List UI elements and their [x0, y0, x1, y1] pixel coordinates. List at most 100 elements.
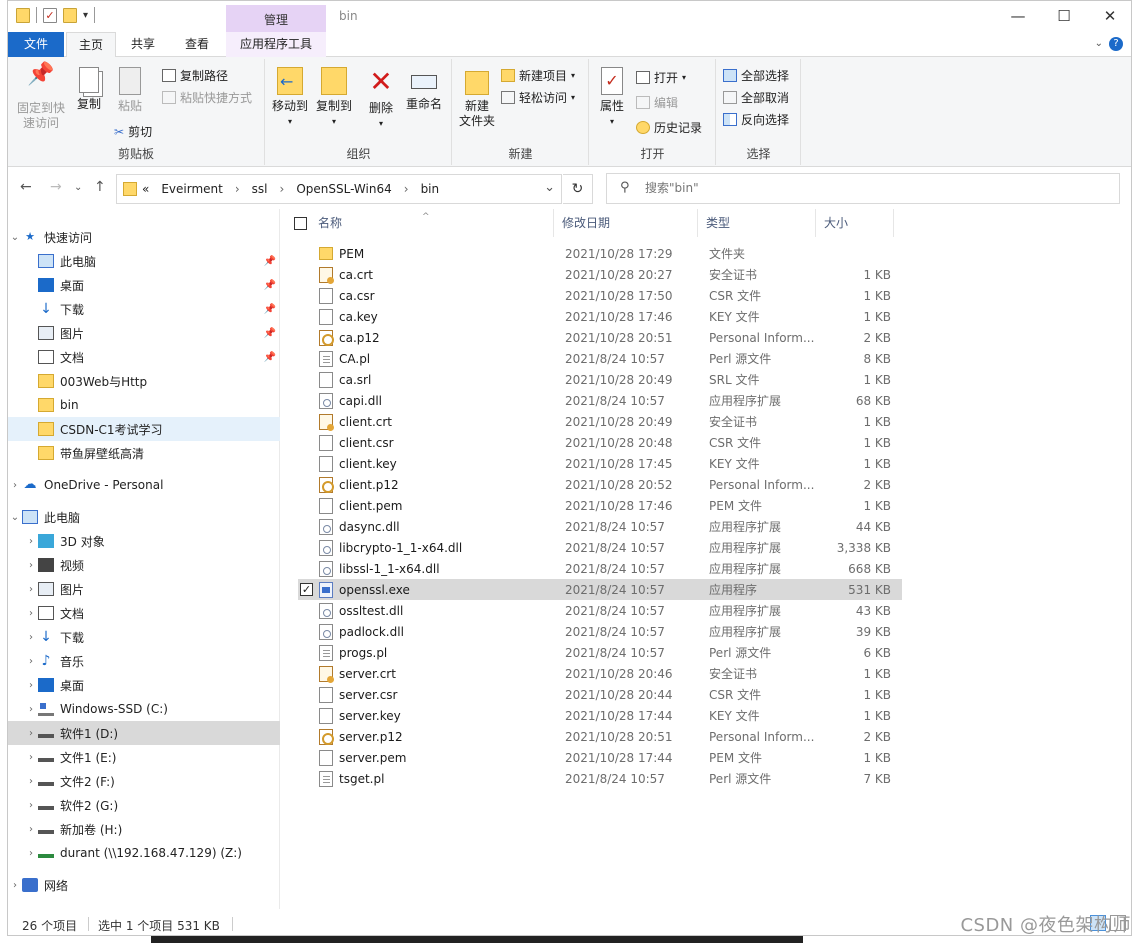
column-date[interactable]: 修改日期 [554, 209, 698, 237]
nav-pc-item[interactable]: › 3D 对象 [8, 529, 280, 553]
nav-quick-item[interactable]: 桌面 📌 [8, 273, 280, 297]
nav-network[interactable]: › 网络 [8, 873, 280, 897]
select-none-button[interactable]: 全部取消 [723, 89, 789, 106]
nav-pc-item[interactable]: › ♪ 音乐 [8, 649, 280, 673]
column-type[interactable]: 类型 [698, 209, 816, 237]
tab-file[interactable]: 文件 [8, 32, 64, 57]
forward-icon[interactable]: → [50, 179, 62, 195]
collapsed-chevron-icon[interactable]: › [8, 480, 22, 491]
minimize-button[interactable]: — [995, 1, 1041, 32]
breadcrumb-item[interactable]: ssl [252, 182, 268, 196]
expanded-chevron-icon[interactable]: ⌄ [8, 512, 22, 523]
tab-share[interactable]: 共享 [118, 32, 168, 57]
nav-quick-item[interactable]: bin [8, 393, 280, 417]
file-row[interactable]: libssl-1_1-x64.dll 2021/8/24 10:57 应用程序扩展 6… [298, 558, 902, 579]
select-all-checkbox[interactable] [294, 217, 307, 230]
file-row[interactable]: PEM 2021/10/28 17:29 文件夹 [298, 243, 902, 264]
file-row[interactable]: ca.crt 2021/10/28 20:27 安全证书 1 KB [298, 264, 902, 285]
copy-to-button[interactable]: 复制到 ▾ [312, 63, 356, 129]
search-input[interactable] [645, 181, 945, 195]
history-button[interactable]: 历史记录 [636, 119, 702, 136]
file-row[interactable]: server.crt 2021/10/28 20:46 安全证书 1 KB [298, 663, 902, 684]
nav-pc-item[interactable]: › 新加卷 (H:) [8, 817, 280, 841]
file-row[interactable]: ca.srl 2021/10/28 20:49 SRL 文件 1 KB [298, 369, 902, 390]
close-button[interactable]: ✕ [1087, 1, 1131, 32]
nav-pc-item[interactable]: › 桌面 [8, 673, 280, 697]
properties-button[interactable]: ✓ 属性 ▾ [592, 63, 632, 129]
file-row[interactable]: client.pem 2021/10/28 17:46 PEM 文件 1 KB [298, 495, 902, 516]
file-row[interactable]: dasync.dll 2021/8/24 10:57 应用程序扩展 44 KB [298, 516, 902, 537]
edit-button[interactable]: 编辑 [636, 94, 678, 111]
file-row[interactable]: server.pem 2021/10/28 17:44 PEM 文件 1 KB [298, 747, 902, 768]
nav-onedrive[interactable]: › ☁ OneDrive - Personal [8, 473, 280, 497]
back-icon[interactable]: ← [20, 179, 32, 195]
tab-home[interactable]: 主页 [66, 32, 116, 58]
nav-quick-item[interactable]: 003Web与Http [8, 369, 280, 393]
file-row[interactable]: server.csr 2021/10/28 20:44 CSR 文件 1 KB [298, 684, 902, 705]
file-row[interactable]: client.crt 2021/10/28 20:49 安全证书 1 KB [298, 411, 902, 432]
new-folder-button[interactable]: 新建 文件夹 [455, 63, 499, 129]
customize-qat-icon[interactable]: ▾ [83, 10, 88, 21]
file-row[interactable]: ca.key 2021/10/28 17:46 KEY 文件 1 KB [298, 306, 902, 327]
file-row[interactable]: libcrypto-1_1-x64.dll 2021/8/24 10:57 应用程序… [298, 537, 902, 558]
paste-shortcut-button[interactable]: 粘贴快捷方式 [162, 89, 252, 106]
delete-button[interactable]: ✕ 删除 ▾ [364, 63, 398, 131]
breadcrumb-overflow[interactable]: « [142, 182, 149, 196]
select-all-button[interactable]: 全部选择 [723, 67, 789, 84]
breadcrumb-item[interactable]: bin [421, 182, 440, 196]
file-row[interactable]: client.csr 2021/10/28 20:48 CSR 文件 1 KB [298, 432, 902, 453]
breadcrumb-item[interactable]: Eveirment [161, 182, 223, 196]
collapsed-chevron-icon[interactable]: › [8, 880, 22, 891]
row-checkbox[interactable]: ✓ [300, 583, 313, 596]
new-item-button[interactable]: 新建项目 ▾ [501, 67, 575, 84]
address-bar[interactable]: « Eveirment › ssl › OpenSSL-Win64 › bin … [116, 174, 562, 204]
properties-check-icon[interactable]: ✓ [43, 7, 57, 23]
nav-quick-item[interactable]: 此电脑 📌 [8, 249, 280, 273]
up-icon[interactable]: ↑ [94, 179, 106, 195]
file-row[interactable]: capi.dll 2021/8/24 10:57 应用程序扩展 68 KB [298, 390, 902, 411]
file-row[interactable]: server.p12 2021/10/28 20:51 Personal Infor… [298, 726, 902, 747]
new-folder-icon[interactable] [63, 7, 77, 23]
refresh-button[interactable]: ↻ [563, 174, 593, 204]
file-row[interactable]: client.key 2021/10/28 17:45 KEY 文件 1 KB [298, 453, 902, 474]
nav-pc-item[interactable]: › 视频 [8, 553, 280, 577]
paste-button[interactable]: 粘贴 [112, 63, 148, 114]
file-row[interactable]: CA.pl 2021/8/24 10:57 Perl 源文件 8 KB [298, 348, 902, 369]
pin-quick-access-button[interactable]: 📌 固定到快 速访问 [12, 63, 70, 131]
move-to-button[interactable]: ← 移动到 ▾ [268, 63, 312, 129]
easy-access-button[interactable]: 轻松访问 ▾ [501, 89, 575, 106]
column-name[interactable]: ^ 名称 [290, 209, 554, 237]
column-size[interactable]: 大小 [816, 209, 894, 237]
open-button[interactable]: 打开 ▾ [636, 69, 686, 86]
file-row[interactable]: client.p12 2021/10/28 20:52 Personal Infor… [298, 474, 902, 495]
nav-pc-item[interactable]: › durant (\\192.168.47.129) (Z:) [8, 841, 280, 865]
file-row[interactable]: ossltest.dll 2021/8/24 10:57 应用程序扩展 43 KB [298, 600, 902, 621]
tab-app-tools[interactable]: 应用程序工具 [226, 32, 326, 57]
address-dropdown-icon[interactable]: ⌄ [544, 180, 555, 195]
file-row[interactable]: ✓ openssl.exe 2021/8/24 10:57 应用程序 531 KB [298, 579, 902, 600]
nav-pc-item[interactable]: › 软件2 (G:) [8, 793, 280, 817]
file-row[interactable]: progs.pl 2021/8/24 10:57 Perl 源文件 6 KB [298, 642, 902, 663]
file-row[interactable]: tsget.pl 2021/8/24 10:57 Perl 源文件 7 KB [298, 768, 902, 789]
nav-pc-item[interactable]: › 图片 [8, 577, 280, 601]
nav-quick-item[interactable]: CSDN-C1考试学习 [8, 417, 280, 441]
recent-locations-icon[interactable]: ⌄ [74, 182, 82, 193]
nav-pc-item[interactable]: › ↓ 下载 [8, 625, 280, 649]
copy-button[interactable]: 复制 [72, 63, 106, 112]
collapse-ribbon-icon[interactable]: ⌄ [1095, 38, 1103, 49]
help-icon[interactable]: ? [1109, 37, 1123, 51]
nav-pc-item[interactable]: › Windows-SSD (C:) [8, 697, 280, 721]
nav-pc-item[interactable]: › 文件1 (E:) [8, 745, 280, 769]
nav-pc-item[interactable]: › 软件1 (D:) [8, 721, 280, 745]
nav-quick-item[interactable]: 带鱼屏壁纸高清 [8, 441, 280, 465]
cut-button[interactable]: ✂ 剪切 [114, 123, 152, 140]
tab-view[interactable]: 查看 [170, 32, 224, 57]
file-row[interactable]: padlock.dll 2021/8/24 10:57 应用程序扩展 39 KB [298, 621, 902, 642]
file-row[interactable]: server.key 2021/10/28 17:44 KEY 文件 1 KB [298, 705, 902, 726]
file-row[interactable]: ca.p12 2021/10/28 20:51 Personal Inform...… [298, 327, 902, 348]
nav-quick-item[interactable]: 图片 📌 [8, 321, 280, 345]
nav-quick-access[interactable]: ⌄ ★ 快速访问 [8, 225, 280, 249]
maximize-button[interactable]: ☐ [1041, 1, 1087, 32]
breadcrumb-item[interactable]: OpenSSL-Win64 [296, 182, 391, 196]
invert-selection-button[interactable]: 反向选择 [723, 111, 789, 128]
